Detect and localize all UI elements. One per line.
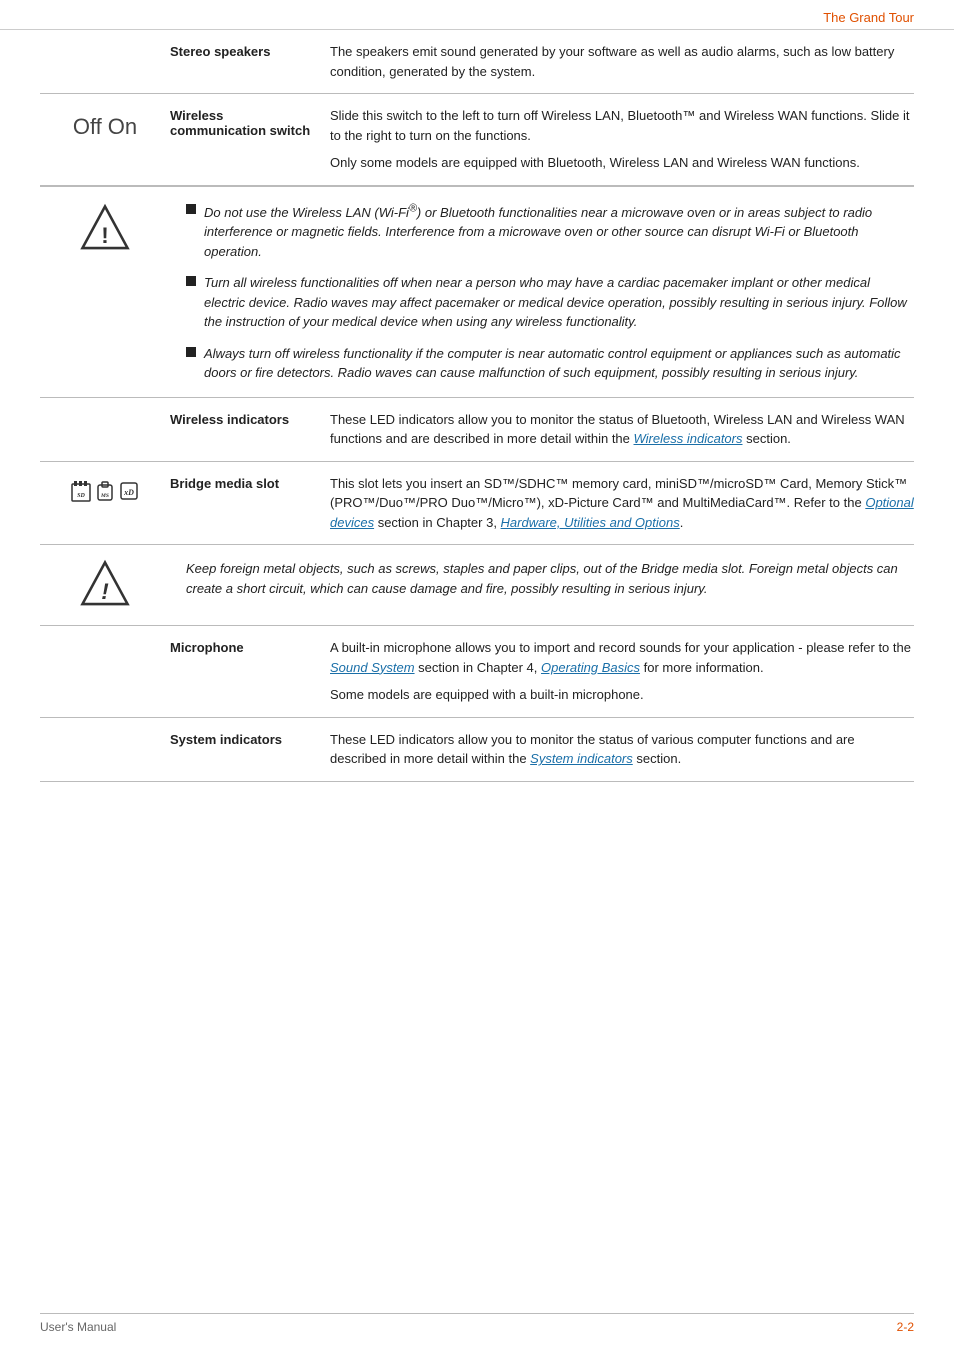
bullet-1 bbox=[186, 204, 196, 214]
bridge-media-icon-area: SD MS xD bbox=[40, 474, 170, 533]
system-indicators-label: System indicators bbox=[170, 730, 330, 769]
bullet-3 bbox=[186, 347, 196, 357]
stereo-speakers-label: Stereo speakers bbox=[170, 42, 330, 81]
warning-triangle-icon: ! bbox=[79, 203, 131, 255]
warning-text-small: Keep foreign metal objects, such as scre… bbox=[186, 559, 914, 611]
off-on-label: Off On bbox=[73, 114, 137, 140]
system-indicators-desc: These LED indicators allow you to monito… bbox=[330, 730, 914, 769]
warning-item-3: Always turn off wireless functionality i… bbox=[186, 344, 914, 383]
wireless-indicators-icon-area bbox=[40, 410, 170, 449]
warning-item-1: Do not use the Wireless LAN (Wi-Fi®) or … bbox=[186, 201, 914, 262]
stereo-speakers-desc: The speakers emit sound generated by you… bbox=[330, 42, 914, 81]
header-title: The Grand Tour bbox=[823, 10, 914, 25]
sd-card-icon: SD bbox=[71, 480, 91, 502]
bridge-icons: SD MS xD bbox=[71, 480, 139, 502]
bridge-media-desc: This slot lets you insert an SD™/SDHC™ m… bbox=[330, 474, 914, 533]
warning-box-1: ! Do not use the Wireless LAN (Wi-Fi®) o… bbox=[40, 186, 914, 398]
sound-system-link[interactable]: Sound System bbox=[330, 660, 415, 675]
wireless-switch-desc: Slide this switch to the left to turn of… bbox=[330, 106, 914, 173]
bridge-media-row: SD MS xD Bridge media slot This slot let… bbox=[40, 462, 914, 546]
microphone-icon-area bbox=[40, 638, 170, 705]
system-indicators-row: System indicators These LED indicators a… bbox=[40, 718, 914, 782]
warning-box-2: ! Keep foreign metal objects, such as sc… bbox=[40, 545, 914, 626]
page-content: Stereo speakers The speakers emit sound … bbox=[0, 30, 954, 822]
svg-text:MS: MS bbox=[100, 493, 109, 499]
page-header: The Grand Tour bbox=[0, 0, 954, 30]
hardware-utilities-link[interactable]: Hardware, Utilities and Options bbox=[501, 515, 680, 530]
microphone-label: Microphone bbox=[170, 638, 330, 705]
operating-basics-link[interactable]: Operating Basics bbox=[541, 660, 640, 675]
wireless-switch-icon: Off On bbox=[40, 106, 170, 173]
warning-content-1: Do not use the Wireless LAN (Wi-Fi®) or … bbox=[186, 201, 914, 383]
svg-text:SD: SD bbox=[77, 493, 85, 499]
bridge-media-label: Bridge media slot bbox=[170, 474, 330, 533]
warning-item-2: Turn all wireless functionalities off wh… bbox=[186, 273, 914, 332]
system-indicators-icon-area bbox=[40, 730, 170, 769]
wireless-indicators-label: Wireless indicators bbox=[170, 410, 330, 449]
svg-text:!: ! bbox=[101, 579, 109, 604]
svg-text:xD: xD bbox=[123, 488, 134, 497]
warning-icon-2: ! bbox=[40, 559, 170, 611]
memory-stick-icon: MS bbox=[95, 480, 115, 502]
wireless-switch-label: Wireless communication switch bbox=[170, 106, 330, 173]
warning-text-2: Turn all wireless functionalities off wh… bbox=[204, 273, 914, 332]
svg-text:!: ! bbox=[101, 222, 109, 247]
microphone-desc: A built-in microphone allows you to impo… bbox=[330, 638, 914, 705]
wireless-indicators-desc: These LED indicators allow you to monito… bbox=[330, 410, 914, 449]
warning-triangle-icon-2: ! bbox=[79, 559, 131, 611]
xd-card-icon: xD bbox=[119, 480, 139, 502]
footer-left: User's Manual bbox=[40, 1320, 116, 1334]
system-indicators-link[interactable]: System indicators bbox=[530, 751, 633, 766]
wireless-indicators-link[interactable]: Wireless indicators bbox=[634, 431, 743, 446]
stereo-speakers-row: Stereo speakers The speakers emit sound … bbox=[40, 30, 914, 94]
page-footer: User's Manual 2-2 bbox=[40, 1313, 914, 1334]
off-label: Off bbox=[73, 114, 102, 140]
microphone-row: Microphone A built-in microphone allows … bbox=[40, 626, 914, 718]
bullet-2 bbox=[186, 276, 196, 286]
on-label: On bbox=[108, 114, 137, 140]
warning-text-3: Always turn off wireless functionality i… bbox=[204, 344, 914, 383]
stereo-speakers-icon-area bbox=[40, 42, 170, 81]
warning-text-1: Do not use the Wireless LAN (Wi-Fi®) or … bbox=[204, 201, 914, 262]
warning-icon-1: ! bbox=[40, 201, 170, 383]
wireless-switch-row: Off On Wireless communication switch Sli… bbox=[40, 94, 914, 186]
footer-right: 2-2 bbox=[897, 1320, 914, 1334]
wireless-indicators-row: Wireless indicators These LED indicators… bbox=[40, 398, 914, 462]
